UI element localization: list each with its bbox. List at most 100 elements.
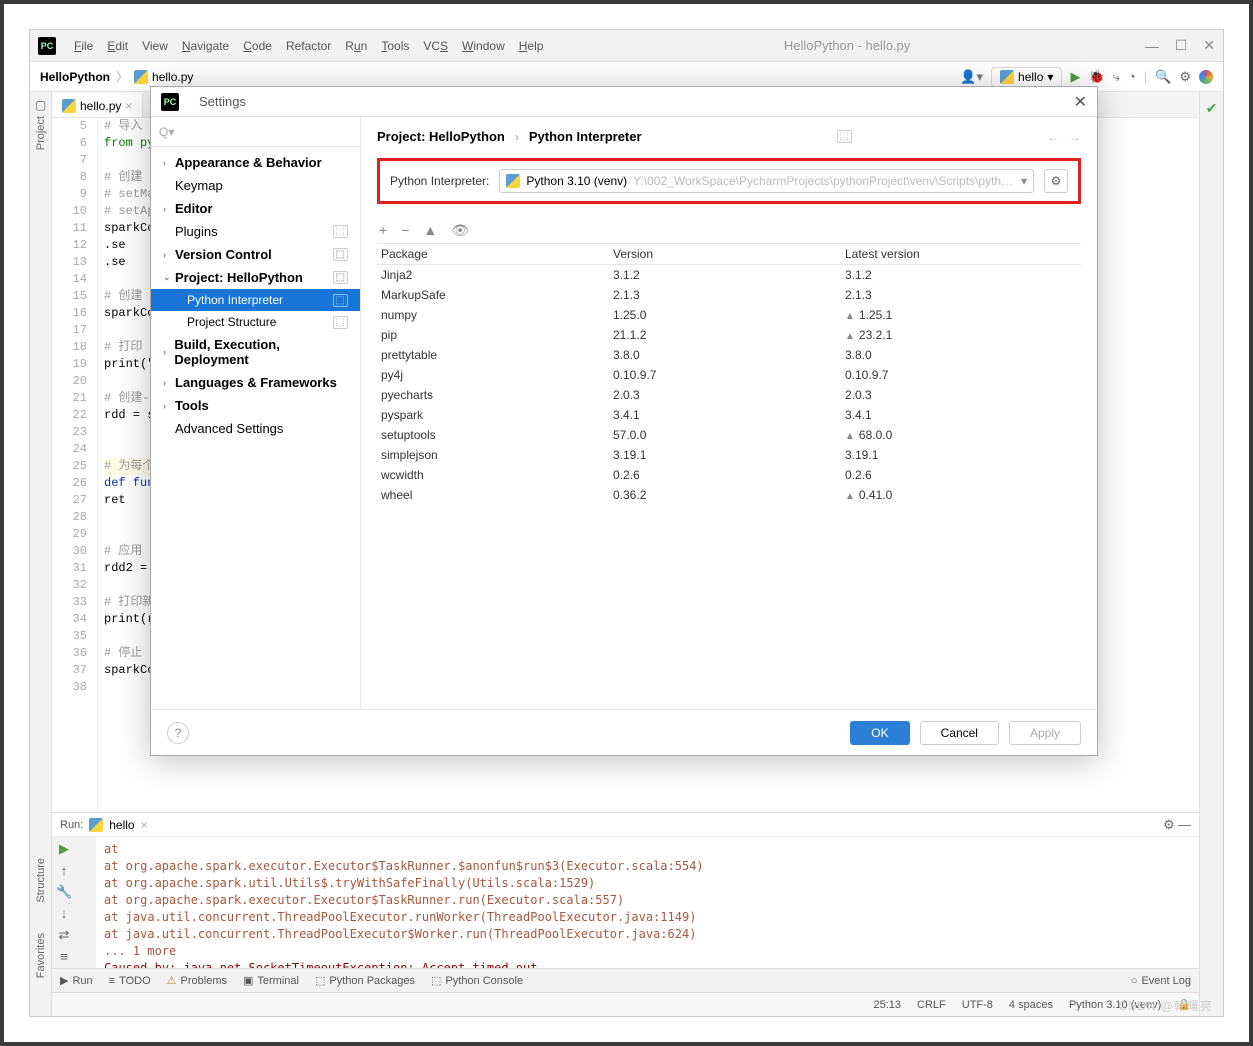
menu-code[interactable]: Code [237,37,278,55]
status-cursor-pos[interactable]: 25:13 [873,999,901,1011]
interpreter-row-highlight: Python Interpreter: Python 3.10 (venv) Y… [377,158,1081,204]
nav-appearance[interactable]: ›Appearance & Behavior [151,151,360,174]
settings-forward-icon[interactable]: → [1069,130,1081,144]
debug-button[interactable]: 🐞 [1088,69,1104,85]
nav-editor[interactable]: ›Editor [151,197,360,220]
package-row[interactable]: pyecharts2.0.32.0.3 [377,385,1081,405]
nav-python-interpreter[interactable]: Python Interpreter⬚ [151,289,360,311]
nav-vcs[interactable]: ›Version Control⬚ [151,243,360,266]
package-table-header: Package Version Latest version [377,244,1081,265]
breadcrumb-file[interactable]: hello.py [134,70,193,84]
package-row[interactable]: setuptools57.0.0▲68.0.0 [377,425,1081,445]
console-output[interactable]: at at org.apache.spark.executor.Executor… [96,837,1199,968]
menu-help[interactable]: Help [513,37,550,55]
package-row[interactable]: simplejson3.19.13.19.1 [377,445,1081,465]
settings-search-input[interactable]: Q▾ [151,117,360,147]
nav-project[interactable]: ⌄Project: HelloPython⬚ [151,266,360,289]
code-with-me-icon[interactable] [1199,70,1213,84]
settings-title: Settings [199,94,246,109]
filter-icon[interactable]: ≡ [56,949,72,964]
package-row[interactable]: py4j0.10.9.70.10.9.7 [377,365,1081,385]
cancel-button[interactable]: Cancel [920,721,999,745]
project-tool-icon[interactable]: ▢ [35,98,46,112]
close-run-tab-icon[interactable]: × [141,818,148,832]
window-maximize[interactable]: ☐ [1175,37,1188,54]
profile-button[interactable]: ◔ [1128,69,1136,84]
breadcrumb-project[interactable]: HelloPython [40,70,110,84]
search-icon: Q▾ [159,125,174,139]
run-settings-icon[interactable]: ⚙ [1163,817,1175,832]
package-row[interactable]: prettytable3.8.03.8.0 [377,345,1081,365]
wrench-icon[interactable]: 🔧 [56,884,72,900]
window-title: HelloPython - hello.py [549,38,1144,53]
settings-close-icon[interactable]: ✕ [1074,92,1087,112]
user-icon[interactable]: 👤▾ [960,69,983,85]
close-tab-icon[interactable]: × [125,99,132,113]
interpreter-select[interactable]: Python 3.10 (venv) Y:\002_WorkSpace\Pych… [499,169,1034,193]
todo-tab[interactable]: ≡ TODO [109,975,151,987]
interpreter-label: Python Interpreter: [390,174,489,188]
nav-project-structure[interactable]: Project Structure⬚ [151,311,360,333]
menu-window[interactable]: Window [456,37,511,55]
nav-advanced[interactable]: Advanced Settings [151,417,360,440]
status-encoding[interactable]: UTF-8 [962,999,993,1011]
search-icon[interactable]: 🔍 [1155,69,1171,85]
menu-vcs[interactable]: VCS [417,37,454,55]
menu-navigate[interactable]: Navigate [176,37,235,55]
menu-tools[interactable]: Tools [375,37,415,55]
window-close[interactable]: ✕ [1203,37,1215,54]
event-log-tab[interactable]: ○ Event Log [1131,975,1191,987]
nav-plugins[interactable]: Plugins⬚ [151,220,360,243]
nav-build[interactable]: ›Build, Execution, Deployment [151,333,360,371]
run-panel-label: Run: [60,819,83,831]
nav-languages[interactable]: ›Languages & Frameworks [151,371,360,394]
status-line-ending[interactable]: CRLF [917,999,946,1011]
menu-edit[interactable]: Edit [101,37,134,55]
problems-tab[interactable]: ⚠ Problems [167,974,227,987]
apply-button[interactable]: Apply [1009,721,1081,745]
run-coverage-button[interactable]: ⤷ [1113,69,1120,85]
interpreter-gear-button[interactable]: ⚙ [1044,169,1068,193]
remove-package-icon[interactable]: − [401,222,409,239]
window-minimize[interactable]: — [1145,38,1159,54]
nav-keymap[interactable]: Keymap [151,174,360,197]
package-row[interactable]: wheel0.36.2▲0.41.0 [377,485,1081,505]
package-row[interactable]: pip21.1.2▲23.2.1 [377,325,1081,345]
ok-button[interactable]: OK [850,721,909,745]
inspection-ok-icon[interactable]: ✔ [1206,100,1218,117]
down-icon[interactable]: ↓ [56,906,72,921]
toggle-icon[interactable]: ⇄ [56,927,72,943]
favorites-tool[interactable]: Favorites [35,933,47,978]
project-tool[interactable]: Project [35,116,47,150]
package-row[interactable]: pyspark3.4.13.4.1 [377,405,1081,425]
run-panel-tab[interactable]: hello [109,818,134,832]
show-early-icon[interactable]: 👁 [451,222,469,239]
up-icon[interactable]: ↑ [56,863,72,878]
terminal-tab[interactable]: ▣ Terminal [243,974,299,987]
menu-file[interactable]: File [68,37,99,55]
package-row[interactable]: numpy1.25.0▲1.25.1 [377,305,1081,325]
structure-tool[interactable]: Structure [35,858,47,903]
rerun-icon[interactable]: ▶ [56,841,72,857]
run-tab[interactable]: ▶ Run [60,974,93,987]
hide-panel-icon[interactable]: — [1178,817,1191,832]
python-console-tab[interactable]: ⬚ Python Console [431,974,523,987]
package-row[interactable]: MarkupSafe2.1.32.1.3 [377,285,1081,305]
upgrade-package-icon[interactable]: ▲ [423,222,437,239]
status-indent[interactable]: 4 spaces [1009,999,1053,1011]
menu-refactor[interactable]: Refactor [280,37,337,55]
package-row[interactable]: Jinja23.1.23.1.2 [377,265,1081,285]
run-button[interactable]: ▶ [1070,69,1080,85]
settings-back-icon[interactable]: ← [1047,130,1059,144]
add-package-icon[interactable]: + [379,222,387,239]
package-table[interactable]: Jinja23.1.23.1.2MarkupSafe2.1.32.1.3nump… [377,265,1081,505]
help-button[interactable]: ? [167,722,189,744]
run-configuration-combo[interactable]: hello ▾ [991,67,1062,87]
menu-run[interactable]: Run [339,37,373,55]
settings-gear-icon[interactable]: ⚙ [1179,69,1191,85]
package-row[interactable]: wcwidth0.2.60.2.6 [377,465,1081,485]
editor-tab-hello[interactable]: hello.py × [52,93,143,117]
python-packages-tab[interactable]: ⬚ Python Packages [315,974,415,987]
nav-tools[interactable]: ›Tools [151,394,360,417]
menu-view[interactable]: View [136,37,174,55]
